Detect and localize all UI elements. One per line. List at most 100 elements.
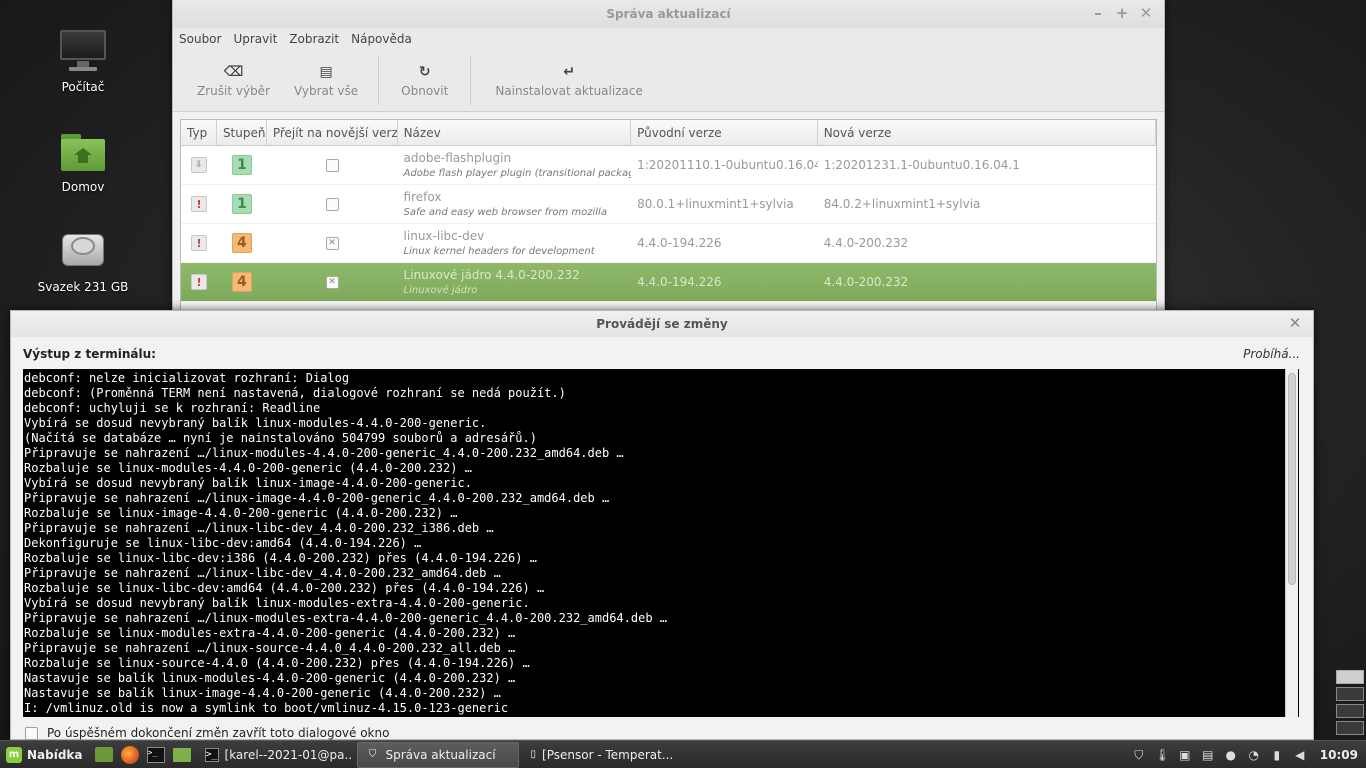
select-all-button[interactable]: ▤ Vybrat vše: [280, 50, 372, 111]
menu-file[interactable]: Soubor: [179, 32, 221, 46]
menu-help[interactable]: Nápověda: [351, 32, 412, 46]
terminal-scrollbar[interactable]: [1285, 369, 1298, 717]
user-icon[interactable]: ●: [1224, 748, 1238, 762]
desktop-icon: [94, 747, 113, 762]
terminal-line: Dekonfiguruje se linux-libc-dev:amd64 (4…: [24, 536, 422, 550]
column-type[interactable]: Typ: [181, 120, 217, 145]
computer-icon: [59, 28, 107, 76]
newer-checkbox[interactable]: [325, 158, 339, 172]
dialog-close-button[interactable]: ✕: [1283, 310, 1307, 336]
task-psensor[interactable]: ▯ [Psensor - Temperat...: [523, 742, 677, 768]
desktop-icon-label: Svazek 231 GB: [37, 280, 129, 294]
update-shield-icon[interactable]: ⛉: [1132, 748, 1146, 762]
terminal-line: Rozbaluje se linux-libc-dev:amd64 (4.4.0…: [24, 581, 545, 595]
install-updates-button[interactable]: ↵ Nainstalovat aktualizace: [477, 50, 661, 111]
return-icon: ↵: [563, 63, 575, 80]
desktop-icon-volume[interactable]: Svazek 231 GB: [28, 228, 138, 294]
column-name[interactable]: Název: [398, 120, 632, 145]
package-name: firefox: [403, 190, 442, 204]
launcher-show-desktop[interactable]: [93, 744, 115, 766]
volume-icon[interactable]: ◀: [1293, 748, 1307, 762]
screenshot-icon[interactable]: ▣: [1178, 748, 1192, 762]
package-description: Linuxové jádro: [403, 285, 478, 296]
task-update-manager[interactable]: ⛉ Správa aktualizací: [356, 741, 519, 768]
terminal-line: (Načítá se databáze … nyní je nainstalov…: [24, 431, 537, 445]
toolbar-separator: [470, 56, 472, 105]
launcher-firefox[interactable]: [119, 744, 141, 766]
task-label: Správa aktualizací: [385, 747, 496, 762]
newer-checkbox[interactable]: [325, 197, 339, 211]
level-badge: 1: [231, 155, 252, 175]
workspace-2[interactable]: [1336, 687, 1364, 701]
network-icon[interactable]: ◔: [1247, 748, 1261, 762]
clipboard-icon[interactable]: ▤: [1201, 748, 1215, 762]
install-updates-label: Nainstalovat aktualizace: [495, 83, 643, 98]
workspace-3[interactable]: [1336, 704, 1364, 718]
battery-icon[interactable]: ▮: [1270, 748, 1284, 762]
hard-drive-icon: [59, 228, 107, 276]
newer-checkbox[interactable]: ✕: [325, 275, 339, 289]
terminal-line: debconf: (Proměnná TERM není nastavená, …: [24, 386, 566, 400]
terminal-line: Rozbaluje se linux-modules-4.4.0-200-gen…: [24, 461, 472, 475]
workspace-switcher: [1336, 670, 1364, 742]
launcher-files[interactable]: [171, 744, 193, 766]
security-alert-icon: !: [190, 235, 207, 251]
column-old-version[interactable]: Původní verze: [631, 120, 818, 145]
scrollbar-thumb[interactable]: [1288, 373, 1296, 585]
workspace-1[interactable]: [1336, 670, 1364, 684]
toolbar: ⌫ Zrušit výběr ▤ Vybrat vše ↻ Obnovit ↵ …: [173, 50, 1164, 112]
table-row[interactable]: ! 1 firefox Safe and easy web browser fro…: [181, 185, 1156, 224]
maximize-button[interactable]: +: [1110, 0, 1134, 28]
window-title: Správa aktualizací: [606, 7, 731, 21]
table-header: Typ Stupeň Přejít na novější verzi Název…: [181, 120, 1156, 146]
close-on-success-option[interactable]: Po úspěšném dokončení změn zavřít toto d…: [25, 726, 389, 740]
terminal-line: Vybírá se dosud nevybraný balík linux-mo…: [24, 596, 530, 610]
clock[interactable]: 10:09: [1320, 748, 1358, 762]
terminal-line: Připravuje se nahrazení …/linux-libc-dev…: [24, 521, 494, 535]
newer-checkbox[interactable]: ✕: [325, 236, 339, 250]
package-description: Adobe flash player plugin (transitional …: [403, 168, 632, 179]
table-row[interactable]: ⇩ 1 adobe-flashplugin Adobe flash player …: [181, 146, 1156, 185]
column-new-version[interactable]: Nová verze: [818, 120, 1156, 145]
backspace-icon: ⌫: [223, 63, 244, 80]
start-menu-button[interactable]: m Nabídka: [0, 741, 89, 768]
terminal-line: Vybírá se dosud nevybraný balík linux-mo…: [24, 416, 487, 430]
terminal-line: Rozbaluje se linux-source-4.4.0 (4.4.0-2…: [24, 656, 530, 670]
mint-logo-icon: m: [6, 746, 22, 763]
task-label: [karel--2021-01@pa...: [224, 747, 353, 762]
menu-view[interactable]: Zobrazit: [289, 32, 339, 46]
taskbar: m Nabídka >_ >_ [karel--2021-01@pa... ⛉ …: [0, 740, 1366, 768]
old-version: 4.4.0-194.226: [637, 275, 722, 289]
close-on-success-checkbox[interactable]: [25, 726, 38, 740]
clear-selection-button[interactable]: ⌫ Zrušit výběr: [187, 50, 280, 111]
home-folder-icon: [59, 128, 107, 176]
desktop-icon-home[interactable]: Domov: [28, 128, 138, 194]
update-manager-titlebar[interactable]: Správa aktualizací – + ✕: [173, 0, 1164, 28]
thermometer-icon[interactable]: 🌡: [1155, 748, 1170, 762]
task-label: [Psensor - Temperat...: [542, 747, 674, 762]
package-description: Linux kernel headers for development: [403, 246, 595, 257]
desktop-icon-computer[interactable]: Počítač: [28, 28, 138, 94]
launcher-terminal[interactable]: >_: [145, 744, 167, 766]
table-row[interactable]: ! 4 ✕ linux-libc-dev Linux kernel headers…: [181, 224, 1156, 263]
terminal-output-label: Výstup z terminálu:: [23, 347, 156, 361]
terminal-line: debconf: nelze inicializovat rozhraní: D…: [24, 371, 350, 385]
task-terminal[interactable]: >_ [karel--2021-01@pa...: [197, 742, 353, 768]
column-newer[interactable]: Přejít na novější verzi: [267, 120, 398, 145]
menu-edit[interactable]: Upravit: [233, 32, 277, 46]
select-all-label: Vybrat vše: [294, 83, 359, 98]
table-row-selected[interactable]: ! 4 ✕ Linuxové jádro 4.4.0-200.232 Linuxo…: [181, 263, 1156, 302]
refresh-button[interactable]: ↻ Obnovit: [385, 50, 464, 111]
terminal-output[interactable]: debconf: nelze inicializovat rozhraní: D…: [23, 369, 1299, 717]
new-version: 84.0.2+linuxmint1+sylvia: [823, 197, 981, 211]
firefox-icon: [120, 745, 139, 764]
terminal-line: Nastavuje se balík linux-modules-4.4.0-2…: [24, 671, 516, 685]
refresh-icon: ↻: [418, 63, 431, 80]
thermometer-icon: ▯: [530, 749, 537, 760]
minimize-button[interactable]: –: [1086, 0, 1110, 28]
workspace-4[interactable]: [1336, 721, 1364, 735]
toolbar-separator: [378, 56, 380, 105]
dialog-titlebar[interactable]: Provádějí se změny ✕: [11, 311, 1313, 337]
column-level[interactable]: Stupeň: [217, 120, 267, 145]
close-button[interactable]: ✕: [1134, 0, 1158, 28]
